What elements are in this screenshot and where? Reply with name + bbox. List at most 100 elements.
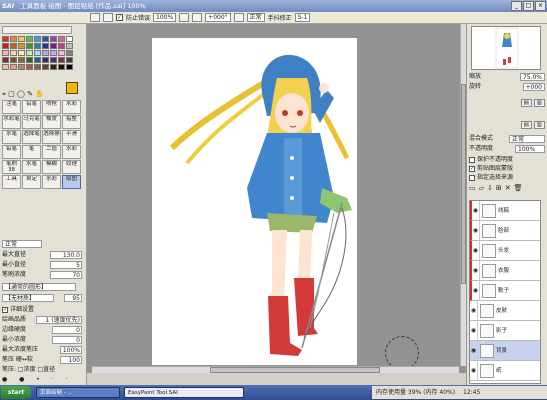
tool-button[interactable]: 选择擦 <box>42 130 61 144</box>
select-tools-row[interactable]: ⌖ ▢ ◯ ✎ ✋ <box>2 90 62 98</box>
tool-button[interactable]: 水彩 <box>62 145 81 159</box>
delete-layer-icon[interactable]: 🗑 <box>514 184 523 193</box>
color-swatch[interactable] <box>10 64 17 70</box>
visibility-eye-icon[interactable]: ◉ <box>470 320 478 341</box>
navigator-preview[interactable] <box>471 26 541 70</box>
color-swatch[interactable] <box>50 57 57 63</box>
color-swatch[interactable] <box>34 43 41 49</box>
color-swatch[interactable] <box>10 50 17 56</box>
visibility-eye-icon[interactable]: ◉ <box>470 340 478 361</box>
color-swatch[interactable] <box>66 57 73 63</box>
hardness-value[interactable]: 100 <box>60 355 82 364</box>
stabilizer-field[interactable]: S-1 <box>294 13 311 22</box>
layer-row[interactable]: ◉ 线稿 <box>470 200 540 221</box>
tool-button[interactable]: 水笔 <box>2 130 21 144</box>
color-swatch[interactable] <box>10 36 17 42</box>
tool-button[interactable]: 纹理 <box>62 160 81 174</box>
layer-texture-select[interactable]: ▥ <box>533 120 545 129</box>
foreground-color[interactable] <box>66 82 78 94</box>
zoom-out-button[interactable] <box>192 13 203 22</box>
texture-value[interactable]: 95 <box>64 293 82 302</box>
mode-field[interactable]: 正常 <box>246 13 265 22</box>
merge-icon[interactable]: ⊞ <box>496 184 502 193</box>
color-swatch[interactable] <box>2 50 9 56</box>
rotate-button[interactable] <box>233 13 244 22</box>
layer-row[interactable]: ◉ 靴子 <box>470 280 540 301</box>
visibility-eye-icon[interactable]: ◉ <box>472 280 480 301</box>
color-wheel-tabs[interactable] <box>2 26 72 34</box>
color-swatch[interactable] <box>58 50 65 56</box>
color-swatch[interactable] <box>18 36 25 42</box>
color-swatch[interactable] <box>42 43 49 49</box>
color-swatch[interactable] <box>34 64 41 70</box>
layer-row[interactable]: ◉ 影子 <box>470 320 540 341</box>
color-swatch[interactable] <box>66 36 73 42</box>
color-swatch[interactable] <box>26 36 33 42</box>
select-source-checkbox[interactable] <box>469 174 475 181</box>
layer-row[interactable]: ◉ 背景 <box>470 340 540 361</box>
color-swatch[interactable] <box>66 43 73 49</box>
tool-button[interactable]: 马克笔 <box>22 115 41 129</box>
layer-effect-select[interactable]: ▤ <box>520 120 532 129</box>
tool-button[interactable]: 指整 <box>62 115 81 129</box>
color-swatch[interactable] <box>2 43 9 49</box>
color-swatch[interactable] <box>26 64 33 70</box>
tool-button[interactable]: 工具 <box>2 175 21 189</box>
edge-value[interactable]: 0 <box>52 325 82 334</box>
minimize-button[interactable]: _ <box>511 1 522 11</box>
tool-button[interactable]: 水彩 <box>62 100 81 114</box>
visibility-eye-icon[interactable]: ◉ <box>470 300 478 321</box>
color-swatch[interactable] <box>34 50 41 56</box>
pressure-value[interactable]: 100% <box>60 345 82 354</box>
tool-button[interactable]: 选择笔 <box>22 130 41 144</box>
color-swatch[interactable] <box>2 57 9 63</box>
protect-opacity-checkbox[interactable] <box>469 156 475 163</box>
tool-button[interactable]: 铅笔 <box>22 100 41 114</box>
pressure-options[interactable]: 笔压: □浓度 □直径 <box>2 365 55 374</box>
brush-shape-select[interactable]: 【通常的圆形】 <box>2 282 76 291</box>
color-swatch[interactable] <box>2 36 9 42</box>
layer-row[interactable]: ◉ 衣服 <box>470 260 540 281</box>
nav-angle-value[interactable]: +000 <box>522 82 545 91</box>
tool-button[interactable]: 水彩 <box>42 175 61 189</box>
tool-button[interactable]: 橡皮 <box>42 115 61 129</box>
error-check[interactable]: ✓ <box>116 14 123 21</box>
visibility-eye-icon[interactable]: ◉ <box>470 360 478 381</box>
quality-select[interactable]: 1 (速度优先) <box>36 315 82 324</box>
visibility-eye-icon[interactable]: ◉ <box>472 260 480 281</box>
color-swatch[interactable] <box>18 50 25 56</box>
color-swatch[interactable] <box>10 43 17 49</box>
color-swatch[interactable] <box>66 64 73 70</box>
tool-button[interactable]: 模糊 <box>42 160 61 174</box>
min-density-value[interactable]: 0 <box>52 335 82 344</box>
color-swatch[interactable] <box>42 57 49 63</box>
texture-select[interactable]: 【无材质】 <box>2 293 54 302</box>
color-swatch[interactable] <box>58 36 65 42</box>
color-swatch[interactable] <box>18 43 25 49</box>
brush-size-dots[interactable]: ● ● • · · · <box>2 376 82 385</box>
tool-button[interactable]: 平滑 <box>62 130 81 144</box>
color-swatch[interactable] <box>50 36 57 42</box>
color-swatch[interactable] <box>58 64 65 70</box>
tool-button[interactable]: 注笔 <box>2 100 21 114</box>
tool-button[interactable]: 铅笔 <box>2 145 21 159</box>
zoom-in-button[interactable] <box>179 13 190 22</box>
taskbar-task[interactable]: 页面绘制 - ... <box>36 387 120 398</box>
start-button[interactable]: start <box>1 386 31 399</box>
new-folder-icon[interactable]: ▱ <box>479 184 484 193</box>
zoom-field[interactable]: 100% <box>153 13 177 22</box>
maximize-button[interactable]: □ <box>523 1 534 11</box>
color-swatch[interactable] <box>42 36 49 42</box>
nav-zoom-value[interactable]: 75.0% <box>519 72 545 81</box>
color-swatch[interactable] <box>34 57 41 63</box>
clear-icon[interactable]: ✕ <box>505 184 511 193</box>
angle-field[interactable]: +000° <box>205 13 231 22</box>
color-swatch[interactable] <box>42 50 49 56</box>
color-swatch[interactable] <box>2 64 9 70</box>
color-swatch[interactable] <box>26 43 33 49</box>
close-button[interactable]: × <box>535 1 546 11</box>
undo-button[interactable] <box>90 13 100 22</box>
color-swatch[interactable] <box>58 43 65 49</box>
tool-button[interactable]: 水彩笔 <box>2 115 21 129</box>
tool-button[interactable]: 二值 <box>42 145 61 159</box>
